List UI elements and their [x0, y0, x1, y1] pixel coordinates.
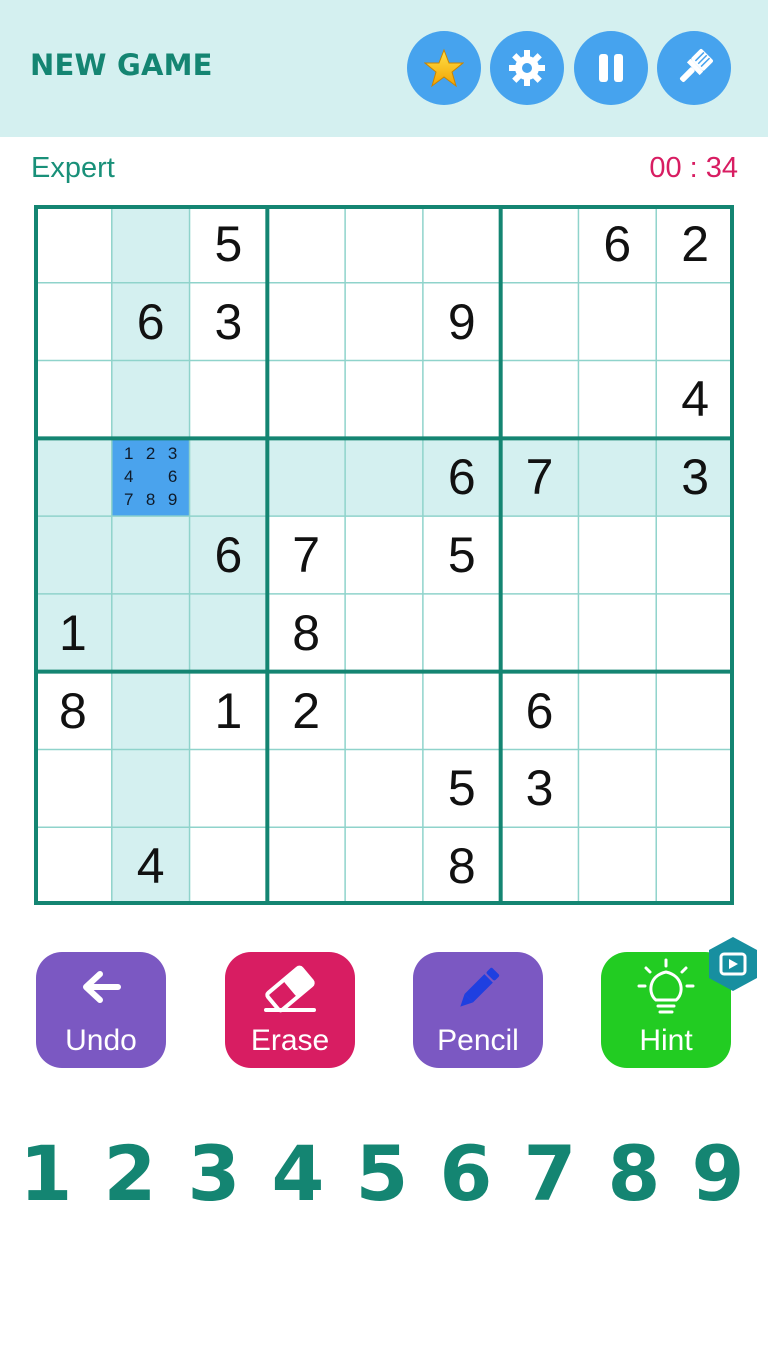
sudoku-board: 5626394123467896736751881265348: [34, 205, 734, 905]
number-button-5[interactable]: 5: [347, 1128, 417, 1218]
video-ad-badge[interactable]: [706, 935, 760, 993]
pencil-button[interactable]: Pencil: [413, 952, 543, 1068]
difficulty-label: Expert: [31, 152, 115, 184]
settings-button[interactable]: [490, 31, 564, 105]
number-button-4[interactable]: 4: [263, 1128, 333, 1218]
lightbulb-icon: [637, 958, 695, 1014]
number-button-1[interactable]: 1: [11, 1128, 81, 1218]
number-button-6[interactable]: 6: [431, 1128, 501, 1218]
undo-label: Undo: [65, 1024, 137, 1057]
star-icon: [424, 48, 464, 88]
favorite-button[interactable]: [407, 31, 481, 105]
timer: 00 : 34: [649, 152, 738, 184]
number-button-9[interactable]: 9: [683, 1128, 753, 1218]
pause-button[interactable]: [574, 31, 648, 105]
new-game-button[interactable]: NEW GAME: [30, 48, 213, 82]
undo-button[interactable]: Undo: [36, 952, 166, 1068]
arrow-left-icon: [83, 971, 121, 1003]
eraser-icon: [264, 965, 316, 1013]
paintbrush-icon: [679, 49, 713, 83]
number-button-2[interactable]: 2: [95, 1128, 165, 1218]
top-bar: NEW GAME: [0, 0, 768, 137]
erase-label: Erase: [250, 1024, 330, 1057]
number-button-3[interactable]: 3: [179, 1128, 249, 1218]
number-button-8[interactable]: 8: [599, 1128, 669, 1218]
hint-label: Hint: [639, 1024, 693, 1057]
theme-button[interactable]: [657, 31, 731, 105]
pause-icon: [599, 54, 623, 82]
pencil-label: Pencil: [437, 1024, 519, 1057]
erase-button[interactable]: Erase: [225, 952, 355, 1068]
board-grid-lines: [34, 205, 734, 905]
pencil-icon: [460, 967, 500, 1007]
number-button-7[interactable]: 7: [515, 1128, 585, 1218]
gear-icon: [509, 50, 545, 86]
play-video-icon: [709, 937, 757, 991]
